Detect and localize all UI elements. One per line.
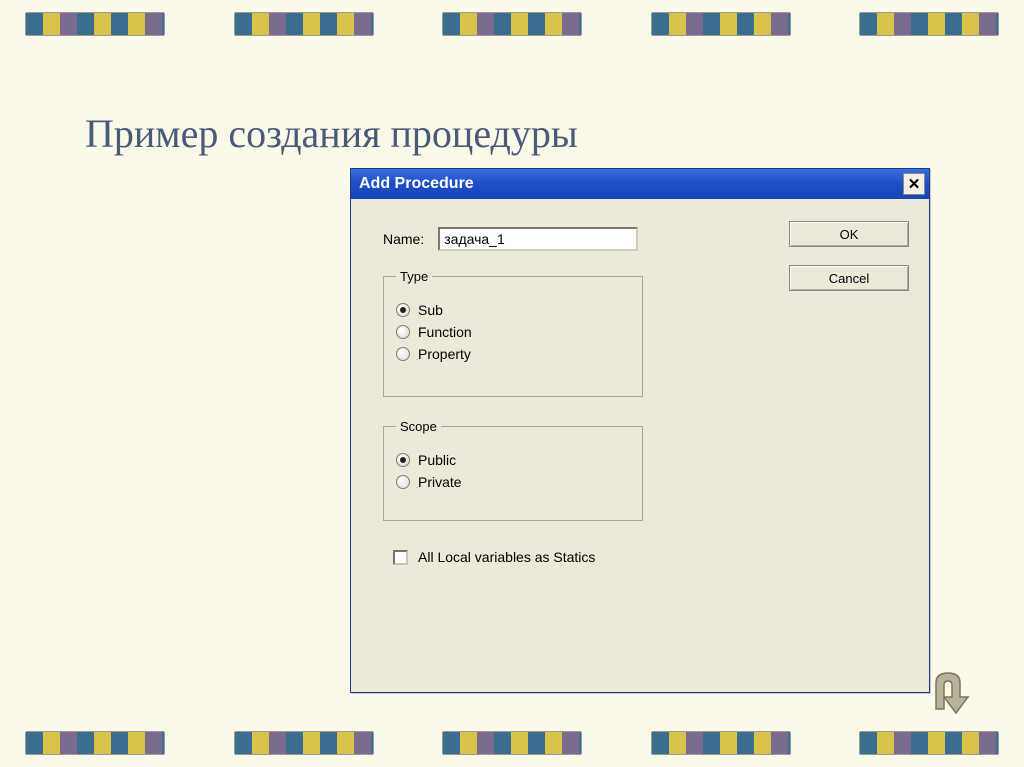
add-procedure-dialog: Add Procedure ✕ Name: OK Cancel Type Sub… (350, 168, 930, 693)
radio-label: Sub (418, 302, 443, 318)
radio-icon (396, 475, 410, 489)
radio-icon (396, 347, 410, 361)
close-button[interactable]: ✕ (903, 173, 925, 195)
radio-sub[interactable]: Sub (396, 302, 630, 318)
radio-icon (396, 453, 410, 467)
radio-property[interactable]: Property (396, 346, 630, 362)
radio-private[interactable]: Private (396, 474, 630, 490)
decorative-bar (859, 12, 999, 36)
decorative-bar (859, 731, 999, 755)
radio-icon (396, 325, 410, 339)
type-group: Type Sub Function Property (383, 269, 643, 397)
statics-row[interactable]: All Local variables as Statics (393, 549, 909, 565)
radio-icon (396, 303, 410, 317)
radio-label: Public (418, 452, 456, 468)
decorative-bars-bottom (0, 731, 1024, 755)
radio-label: Function (418, 324, 472, 340)
radio-label: Private (418, 474, 462, 490)
titlebar: Add Procedure ✕ (351, 169, 929, 199)
decorative-bar (234, 731, 374, 755)
radio-function[interactable]: Function (396, 324, 630, 340)
close-icon: ✕ (908, 177, 921, 192)
slide-title: Пример создания процедуры (85, 110, 578, 157)
decorative-bar (651, 731, 791, 755)
decorative-bar (234, 12, 374, 36)
radio-label: Property (418, 346, 471, 362)
decorative-bars-top (0, 12, 1024, 36)
radio-public[interactable]: Public (396, 452, 630, 468)
scope-group: Scope Public Private (383, 419, 643, 521)
u-turn-arrow-icon (922, 665, 976, 719)
decorative-bar (651, 12, 791, 36)
decorative-bar (25, 731, 165, 755)
scope-legend: Scope (396, 419, 441, 434)
action-buttons: OK Cancel (789, 221, 909, 291)
decorative-bar (25, 12, 165, 36)
name-input[interactable] (438, 227, 638, 251)
checkbox-icon (393, 550, 408, 565)
decorative-bar (442, 12, 582, 36)
dialog-body: Name: OK Cancel Type Sub Function Proper… (351, 199, 929, 585)
type-legend: Type (396, 269, 432, 284)
name-label: Name: (383, 231, 424, 247)
ok-button[interactable]: OK (789, 221, 909, 247)
dialog-title: Add Procedure (359, 175, 474, 193)
return-button[interactable] (922, 665, 976, 719)
statics-label: All Local variables as Statics (418, 549, 595, 565)
cancel-button[interactable]: Cancel (789, 265, 909, 291)
decorative-bar (442, 731, 582, 755)
